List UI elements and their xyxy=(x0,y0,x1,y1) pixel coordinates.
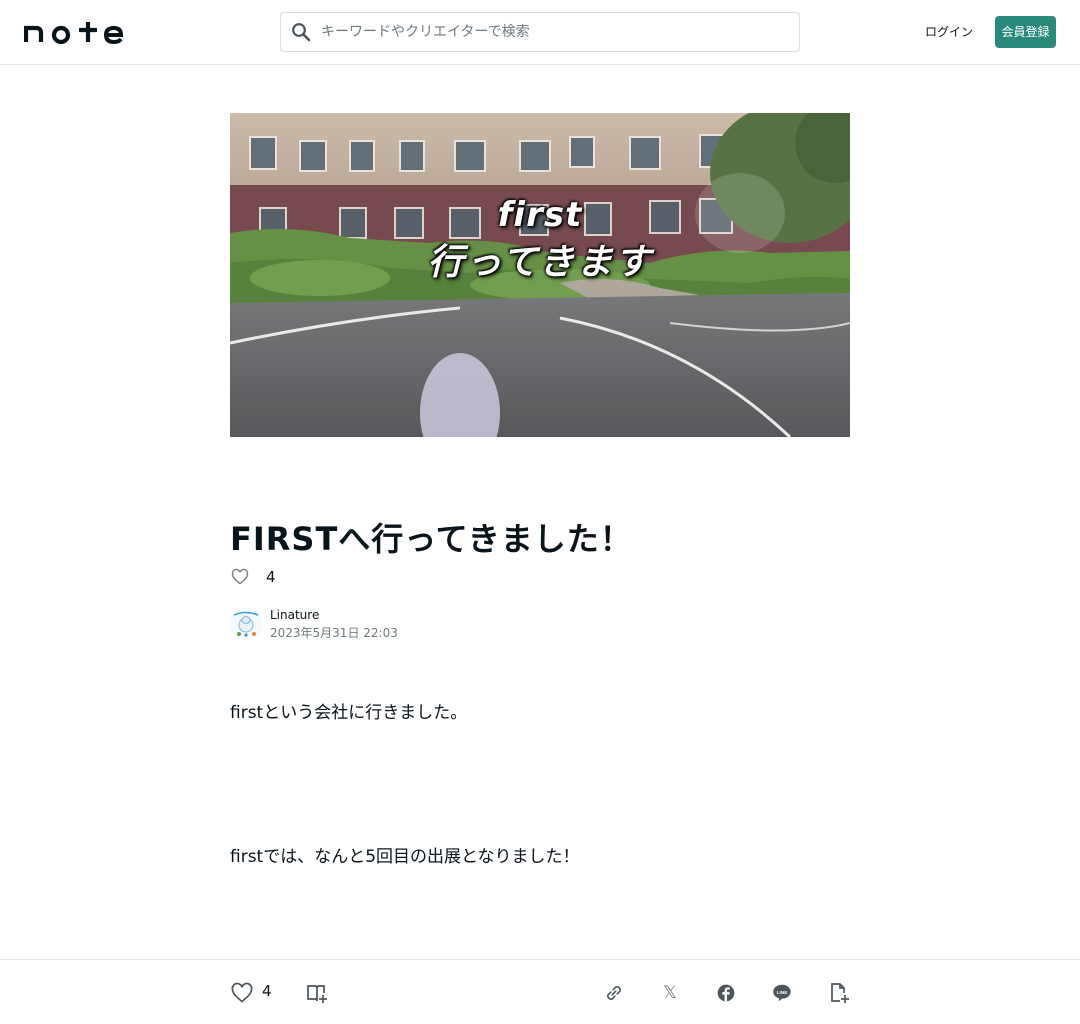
like-summary: 4 xyxy=(230,566,276,588)
article-title: FIRSTへ行ってきました！ xyxy=(230,520,633,558)
login-link[interactable]: ログイン xyxy=(924,22,974,42)
search-box xyxy=(280,12,800,52)
publish-date: 2023年5月31日 22:03 xyxy=(270,626,398,640)
site-header: ログイン 会員登録 xyxy=(0,0,1080,65)
hero-caption-line2: 行ってきます xyxy=(427,242,653,283)
search-input[interactable] xyxy=(321,13,799,51)
hero-caption-line1: first xyxy=(497,195,583,235)
like-count: 4 xyxy=(262,982,272,1000)
author-block[interactable]: Linature 2023年5月31日 22:03 xyxy=(230,606,398,642)
note-logo[interactable] xyxy=(23,20,124,45)
x-icon[interactable]: 𝕏 xyxy=(657,980,683,1006)
heart-icon[interactable] xyxy=(230,567,250,587)
avatar[interactable] xyxy=(230,608,262,640)
article-action-bar: 4 𝕏 LINE xyxy=(0,959,1080,1024)
signup-button[interactable]: 会員登録 xyxy=(995,16,1056,48)
article-paragraph: firstという会社に行きました。 xyxy=(230,703,468,723)
like-count: 4 xyxy=(266,568,276,586)
line-icon[interactable]: LINE xyxy=(769,980,795,1006)
search-icon xyxy=(289,20,313,44)
facebook-icon[interactable] xyxy=(713,980,739,1006)
article-paragraph: firstでは、なんと5回目の出展となりました！ xyxy=(230,847,580,867)
article-hero-image: first 行ってきます xyxy=(230,113,850,437)
author-name[interactable]: Linature xyxy=(270,606,398,624)
link-icon[interactable] xyxy=(601,980,627,1006)
svg-text:LINE: LINE xyxy=(777,990,788,996)
magazine-add-icon[interactable] xyxy=(304,980,330,1006)
heart-icon[interactable] xyxy=(229,980,255,1006)
note-add-icon[interactable] xyxy=(826,980,852,1006)
